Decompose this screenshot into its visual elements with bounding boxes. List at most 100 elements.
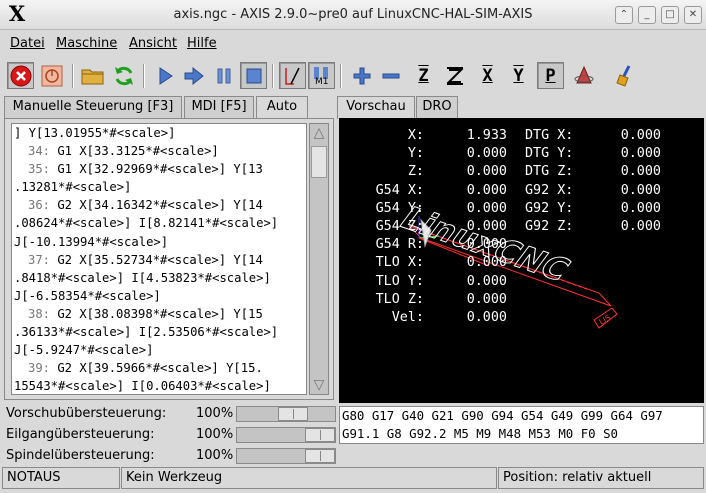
spindle-override-value: 100% — [196, 448, 234, 463]
step-button[interactable] — [180, 62, 207, 89]
status-estop: NOTAUS — [2, 467, 120, 489]
dro-dtg-value: 0.000 — [620, 128, 661, 143]
title-bar: X axis.ngc - AXIS 2.9.0~pre0 auf LinuxCN… — [0, 0, 706, 30]
dro-value: 0.000 — [466, 291, 507, 307]
dro-dtg-label: G92 X: — [525, 182, 574, 198]
program-line: 36: G2 X[34.16342*#<scale>] Y[14 — [27, 198, 263, 213]
dro-dtg-value: 0.000 — [620, 164, 661, 180]
dro-label: Z: — [407, 164, 424, 180]
gcodes-line-2: G91.1 G8 G92.2 M5 M9 M48 M53 M0 F0 S0 — [342, 426, 619, 441]
program-line: .08624*#<scale>] I[8.82141*#<scale>] — [14, 216, 279, 231]
tab-auto[interactable]: Auto — [256, 96, 308, 119]
clear-plot-button[interactable] — [612, 62, 639, 89]
tab-preview[interactable]: Vorschau — [337, 96, 415, 119]
dro-value: 0.000 — [466, 219, 507, 234]
scroll-up-arrow-icon[interactable]: △ — [310, 124, 328, 142]
estop-icon — [10, 65, 31, 86]
broom-icon — [615, 64, 630, 87]
spindle-override-thumb[interactable] — [305, 449, 335, 463]
program-line: ] Y[13.01955*#<scale>] — [14, 126, 176, 140]
feed-override: Vorschubübersteuerung: 100% — [4, 404, 336, 424]
dro-value: 0.000 — [466, 310, 507, 325]
scroll-down-arrow-icon[interactable]: ▽ — [310, 376, 328, 394]
menu-ansicht[interactable]: Ansicht — [129, 36, 177, 51]
program-line: 39: G2 X[39.5966*#<scale>] Y[15. — [27, 361, 263, 376]
toolbar-separator — [340, 64, 342, 88]
tab-dro[interactable]: DRO — [416, 96, 458, 118]
spindle-override-slider[interactable] — [236, 448, 336, 464]
optional-stop-button[interactable]: M1 — [308, 62, 335, 89]
shade-button[interactable]: ⌃ — [615, 6, 633, 24]
zoom-out-button[interactable] — [377, 62, 404, 89]
close-button[interactable]: ✕ — [684, 6, 702, 24]
zoom-in-button[interactable] — [348, 62, 375, 89]
preview-canvas[interactable]: LIS LinuxCNC X: 1.933 DTG X: 0.000 Y: 0.000 DT… — [339, 118, 704, 403]
spindle-override: Spindelübersteuerung: 100% — [4, 446, 336, 466]
stop-button[interactable] — [240, 62, 267, 89]
block-delete-button[interactable] — [279, 62, 306, 89]
rapid-override: Eilgangübersteuerung: 100% — [4, 425, 336, 445]
dro-label: X: — [407, 128, 424, 143]
open-file-button[interactable] — [79, 62, 106, 89]
rapid-override-value: 100% — [196, 427, 234, 442]
view-z-icon: Z — [418, 65, 429, 86]
program-line: 38: G2 X[38.08398*#<scale>] Y[15 — [27, 306, 263, 321]
rapid-override-slider[interactable] — [236, 427, 336, 443]
estop-button[interactable] — [7, 62, 34, 89]
pause-button[interactable] — [210, 62, 237, 89]
dro-dtg-label: G92 Z: — [525, 219, 574, 234]
tab-mdi[interactable]: MDI [F5] — [184, 96, 254, 118]
view-x-button[interactable]: X — [474, 62, 501, 89]
view-x-icon: X — [482, 65, 493, 86]
menu-bar: Datei Maschine Ansicht Hilfe — [0, 30, 706, 56]
dro-dtg-label: DTG Y: — [525, 146, 574, 162]
menu-hilfe[interactable]: Hilfe — [187, 36, 217, 51]
dro-value: 0.000 — [466, 182, 507, 198]
rapid-override-thumb[interactable] — [305, 428, 335, 442]
pause-icon — [217, 68, 230, 83]
program-line: .8418*#<scale>] I[4.53823*#<scale>] — [14, 270, 271, 285]
dro-label: TLO Z: — [375, 291, 424, 307]
program-line: .13281*#<scale>] — [14, 180, 132, 195]
run-button[interactable] — [151, 62, 178, 89]
maximize-button[interactable]: □ — [661, 6, 679, 24]
minimize-button[interactable]: _ — [638, 6, 656, 24]
menu-datei[interactable]: Datei — [10, 36, 45, 51]
view-z2-button[interactable] — [441, 62, 468, 89]
rotate-view-button[interactable] — [570, 62, 597, 89]
dro-value: 0.000 — [466, 255, 507, 271]
dro-dtg-value: 0.000 — [620, 146, 661, 162]
view-y-button[interactable]: Y — [505, 62, 532, 89]
status-tool: Kein Werkzeug — [121, 467, 497, 489]
rapid-override-label: Eilgangübersteuerung: — [6, 427, 155, 442]
scroll-thumb[interactable] — [311, 146, 327, 178]
dro-value: 0.000 — [466, 146, 507, 162]
program-scrollbar[interactable]: △ ▽ — [309, 123, 329, 395]
dro-label: G54 Z: — [375, 219, 424, 234]
view-z-button[interactable]: Z — [410, 62, 437, 89]
reload-button[interactable] — [110, 62, 137, 89]
dro-label: Vel: — [391, 310, 424, 325]
status-position: Position: relativ aktuell — [498, 467, 704, 489]
dro-label: TLO Y: — [375, 273, 424, 289]
view-perspective-button[interactable]: P — [537, 62, 564, 89]
dro-dtg-label: DTG X: — [525, 128, 574, 143]
gcodes-line-1: G80 G17 G40 G21 G90 G94 G54 G49 G99 G64 … — [342, 408, 663, 423]
tab-manual-control[interactable]: Manuelle Steuerung [F3] — [4, 96, 182, 118]
spindle-override-label: Spindelübersteuerung: — [6, 448, 155, 463]
toolbar-separator — [143, 64, 145, 88]
toolbar: M1 Z X Y P — [0, 58, 706, 94]
feed-override-slider[interactable] — [236, 406, 336, 422]
program-text[interactable]: ] Y[13.01955*#<scale>] 34: G1 X[33.3125*#… — [11, 123, 307, 395]
feed-override-value: 100% — [196, 406, 234, 421]
reload-icon — [114, 66, 133, 85]
feed-override-label: Vorschubübersteuerung: — [6, 406, 167, 421]
program-line: J[-10.13994*#<scale>] — [14, 234, 169, 249]
dro-label: TLO X: — [375, 255, 424, 271]
machine-power-button[interactable] — [38, 62, 65, 89]
folder-icon — [81, 69, 103, 84]
view-z2-icon — [446, 66, 463, 85]
feed-override-thumb[interactable] — [277, 407, 308, 421]
dro-label: G54 X: — [375, 182, 424, 198]
menu-maschine[interactable]: Maschine — [56, 36, 117, 51]
